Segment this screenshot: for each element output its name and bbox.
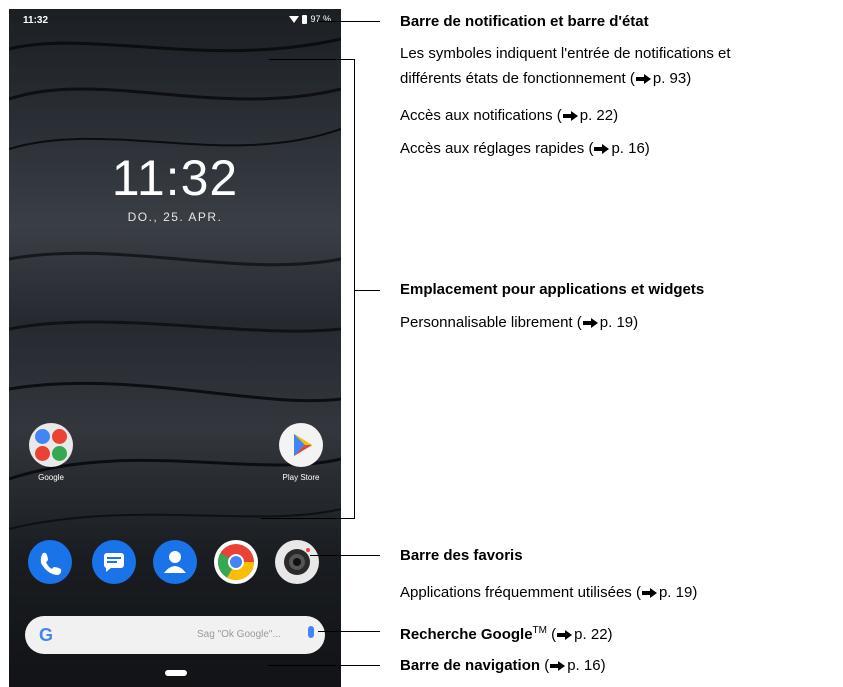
google-folder-icon — [29, 423, 73, 467]
phone-icon[interactable] — [28, 540, 72, 584]
quick-settings-callout: Accès aux réglages rapides (p. 16) — [400, 140, 650, 157]
apps-callout-title: Emplacement pour applications et widgets — [400, 281, 705, 298]
arrow-right-icon — [550, 661, 566, 671]
status-icons: 97 % — [289, 14, 331, 24]
google-folder-label: Google — [38, 473, 64, 482]
phone-screen: 11:32 97 % 11:32 DO., 25. APR. Google Pl… — [9, 9, 341, 687]
clock-widget[interactable]: 11:32 — [9, 149, 341, 207]
date-widget[interactable]: DO., 25. APR. — [9, 210, 341, 224]
leader-favorites — [310, 555, 380, 556]
google-folder[interactable]: Google — [25, 423, 77, 482]
status-callout-line1: Les symboles indiquent l'entrée de notif… — [400, 45, 731, 62]
apps-callout-text: Personnalisable librement (p. 19) — [400, 314, 639, 331]
google-logo: G — [39, 625, 54, 645]
play-store-app[interactable]: Play Store — [271, 423, 331, 482]
nav-home-handle[interactable] — [165, 670, 187, 676]
leader-apps-bottom — [261, 518, 355, 519]
nav-callout: Barre de navigation (p. 16) — [400, 657, 606, 674]
play-store-label: Play Store — [282, 473, 320, 482]
search-placeholder: Sag "Ok Google"... — [197, 629, 281, 640]
leader-nav — [268, 665, 380, 666]
arrow-right-icon — [641, 588, 658, 598]
leader-search — [318, 631, 380, 632]
notifications-callout: Accès aux notifications (p. 22) — [400, 107, 619, 124]
status-time: 11:32 — [23, 15, 49, 26]
arrow-right-icon — [635, 74, 652, 84]
leader-apps — [354, 290, 380, 291]
wifi-icon — [289, 15, 300, 23]
favorites-callout-text: Applications fréquemment utilisées (p. 1… — [400, 584, 698, 601]
battery-percent: 97 % — [310, 14, 331, 24]
chrome-icon[interactable] — [214, 540, 258, 584]
contacts-icon[interactable] — [153, 540, 197, 584]
arrow-right-icon — [594, 144, 610, 154]
leader-apps-top — [269, 59, 355, 60]
arrow-right-icon — [557, 630, 573, 640]
arrow-right-icon — [582, 318, 599, 328]
camera-icon[interactable] — [275, 540, 319, 584]
mic-icon[interactable] — [308, 626, 314, 638]
search-callout: Recherche GoogleTM (p. 22) — [400, 625, 613, 643]
wallpaper — [9, 37, 341, 530]
leader-apps-bracket — [354, 59, 355, 519]
play-store-icon — [279, 423, 323, 467]
google-search-bar[interactable]: G Sag "Ok Google"... — [25, 616, 325, 654]
favorites-callout-title: Barre des favoris — [400, 547, 523, 564]
leader-status — [318, 21, 380, 22]
arrow-right-icon — [562, 111, 579, 121]
status-callout-title: Barre de notification et barre d'état — [400, 13, 649, 30]
status-callout-line2: différents états de fonctionnement (p. 9… — [400, 70, 692, 87]
messages-icon[interactable] — [92, 540, 136, 584]
battery-icon — [302, 14, 308, 24]
status-bar[interactable]: 11:32 97 % — [9, 9, 341, 31]
